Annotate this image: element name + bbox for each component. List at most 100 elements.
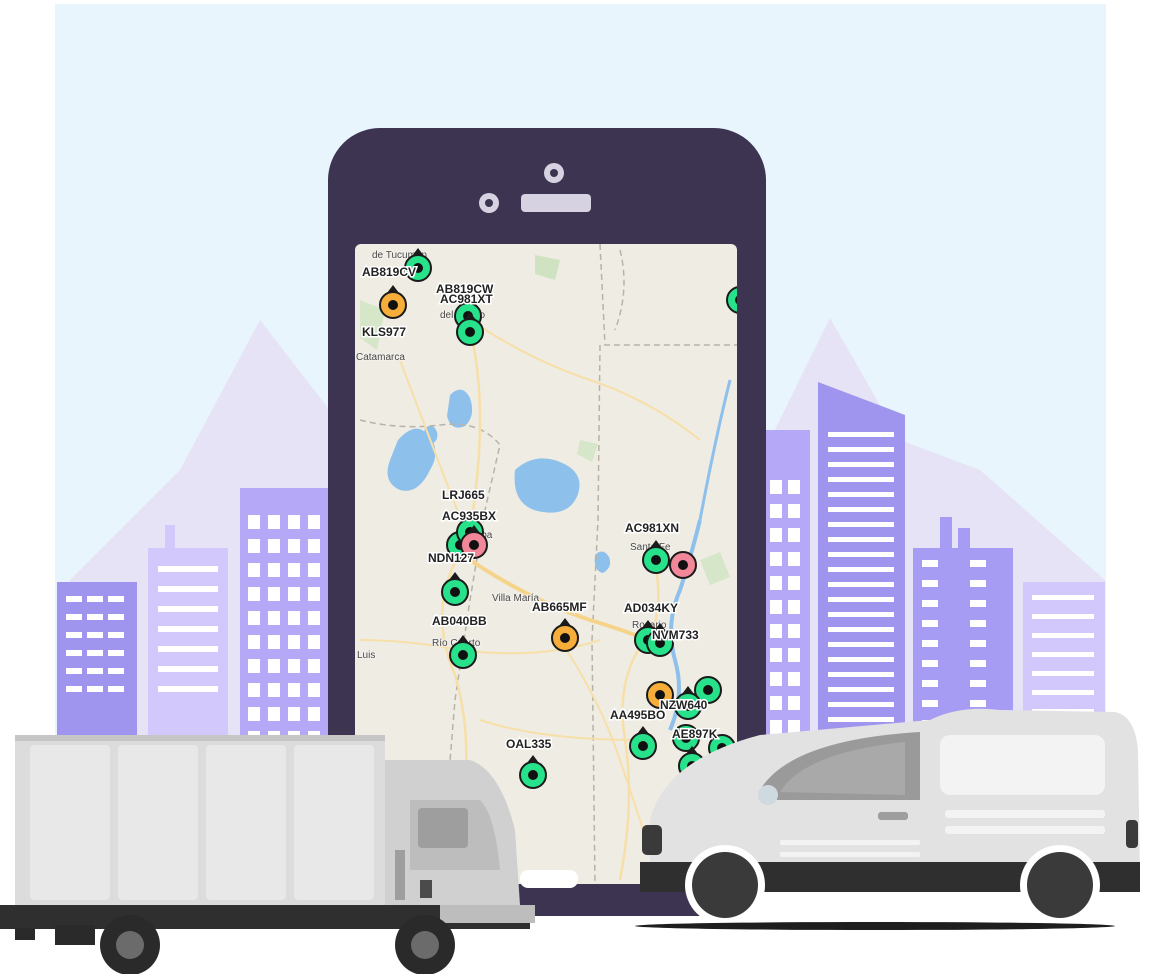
- building-window: [268, 587, 280, 601]
- building-window: [970, 620, 986, 627]
- building-window: [828, 672, 894, 677]
- vehicle-plate-label: NVM733: [652, 628, 699, 642]
- building-window: [158, 666, 218, 672]
- building-window: [1032, 633, 1094, 638]
- building-window: [288, 587, 300, 601]
- building-window: [970, 600, 986, 607]
- vehicle-plate-label: AA495BO: [610, 708, 665, 722]
- building-window: [922, 640, 938, 647]
- building-window: [268, 707, 280, 721]
- building-window: [788, 600, 800, 614]
- building-window: [66, 614, 82, 620]
- vehicle-plate-label: LRJ665: [442, 488, 485, 502]
- building-window: [770, 624, 782, 638]
- building-window: [922, 700, 938, 707]
- building-window: [828, 702, 894, 707]
- building-window: [922, 660, 938, 667]
- building-window: [87, 650, 103, 656]
- building-window: [268, 539, 280, 553]
- vehicle-plate-label: AB040BB: [432, 614, 487, 628]
- building-window: [788, 480, 800, 494]
- vehicle-plate-label: AD034KY: [624, 601, 678, 615]
- building-window: [248, 707, 260, 721]
- fleet-tracking-illustration: de TucumánCatamarcadel EsteroCórdobaVill…: [0, 4, 1140, 974]
- building-window: [268, 611, 280, 625]
- building-window: [770, 720, 782, 734]
- building-window: [158, 686, 218, 692]
- building-window: [87, 686, 103, 692]
- building-window: [828, 507, 894, 512]
- building-window: [770, 696, 782, 710]
- building-window: [248, 515, 260, 529]
- building-window: [308, 707, 320, 721]
- building-window: [268, 635, 280, 649]
- building-window: [828, 612, 894, 617]
- building-window: [828, 687, 894, 692]
- building-window: [308, 587, 320, 601]
- building-window: [770, 504, 782, 518]
- building-window: [288, 515, 300, 529]
- building-window: [828, 567, 894, 572]
- building-window: [288, 659, 300, 673]
- building-window: [828, 522, 894, 527]
- vehicle-plate-label: OAL335: [506, 737, 552, 751]
- building-window: [922, 560, 938, 567]
- building-window: [66, 596, 82, 602]
- building-window: [922, 680, 938, 687]
- place-label-catamarca: Catamarca: [356, 352, 405, 363]
- phone-speaker: [521, 194, 591, 212]
- building-window: [308, 539, 320, 553]
- building-window: [108, 668, 124, 674]
- building-window: [248, 539, 260, 553]
- building-window: [248, 683, 260, 697]
- building-window: [108, 632, 124, 638]
- vehicle-plate-label: NDN127: [428, 551, 474, 565]
- building-window: [158, 646, 218, 652]
- building-window: [828, 477, 894, 482]
- building-window: [788, 624, 800, 638]
- building-window: [770, 648, 782, 662]
- building-window: [922, 620, 938, 627]
- building-window: [1032, 652, 1094, 657]
- building-window: [828, 582, 894, 587]
- building-window: [788, 672, 800, 686]
- building-window: [770, 480, 782, 494]
- building-window: [770, 552, 782, 566]
- building-window: [788, 528, 800, 542]
- place-label-sanluis: Luis: [357, 650, 375, 661]
- building-window: [66, 686, 82, 692]
- building-window: [288, 563, 300, 577]
- building-window: [66, 632, 82, 638]
- building-window: [770, 672, 782, 686]
- building-window: [108, 686, 124, 692]
- building-window: [788, 696, 800, 710]
- building-window: [308, 563, 320, 577]
- building-window: [158, 606, 218, 612]
- building-window: [1032, 690, 1094, 695]
- building-window: [268, 659, 280, 673]
- building-window: [1032, 671, 1094, 676]
- building-window: [248, 563, 260, 577]
- building-window: [66, 668, 82, 674]
- vehicle-plate-label: AE897K: [672, 727, 718, 741]
- vehicle-plate-label: KLS977: [362, 325, 406, 339]
- building-window: [288, 683, 300, 697]
- building-window: [922, 600, 938, 607]
- building-window: [248, 635, 260, 649]
- building-window: [268, 563, 280, 577]
- building-window: [87, 668, 103, 674]
- building-window: [788, 552, 800, 566]
- building-window: [308, 611, 320, 625]
- building-window: [108, 650, 124, 656]
- vehicle-marker-cluster[interactable]: [669, 551, 697, 579]
- building-window: [248, 587, 260, 601]
- building-window: [828, 657, 894, 662]
- building-window: [268, 683, 280, 697]
- building-window: [922, 580, 938, 587]
- building-window: [1032, 595, 1094, 600]
- building-window: [970, 700, 986, 707]
- building-window: [308, 683, 320, 697]
- building-window: [828, 642, 894, 647]
- building-window: [308, 659, 320, 673]
- building-window: [770, 600, 782, 614]
